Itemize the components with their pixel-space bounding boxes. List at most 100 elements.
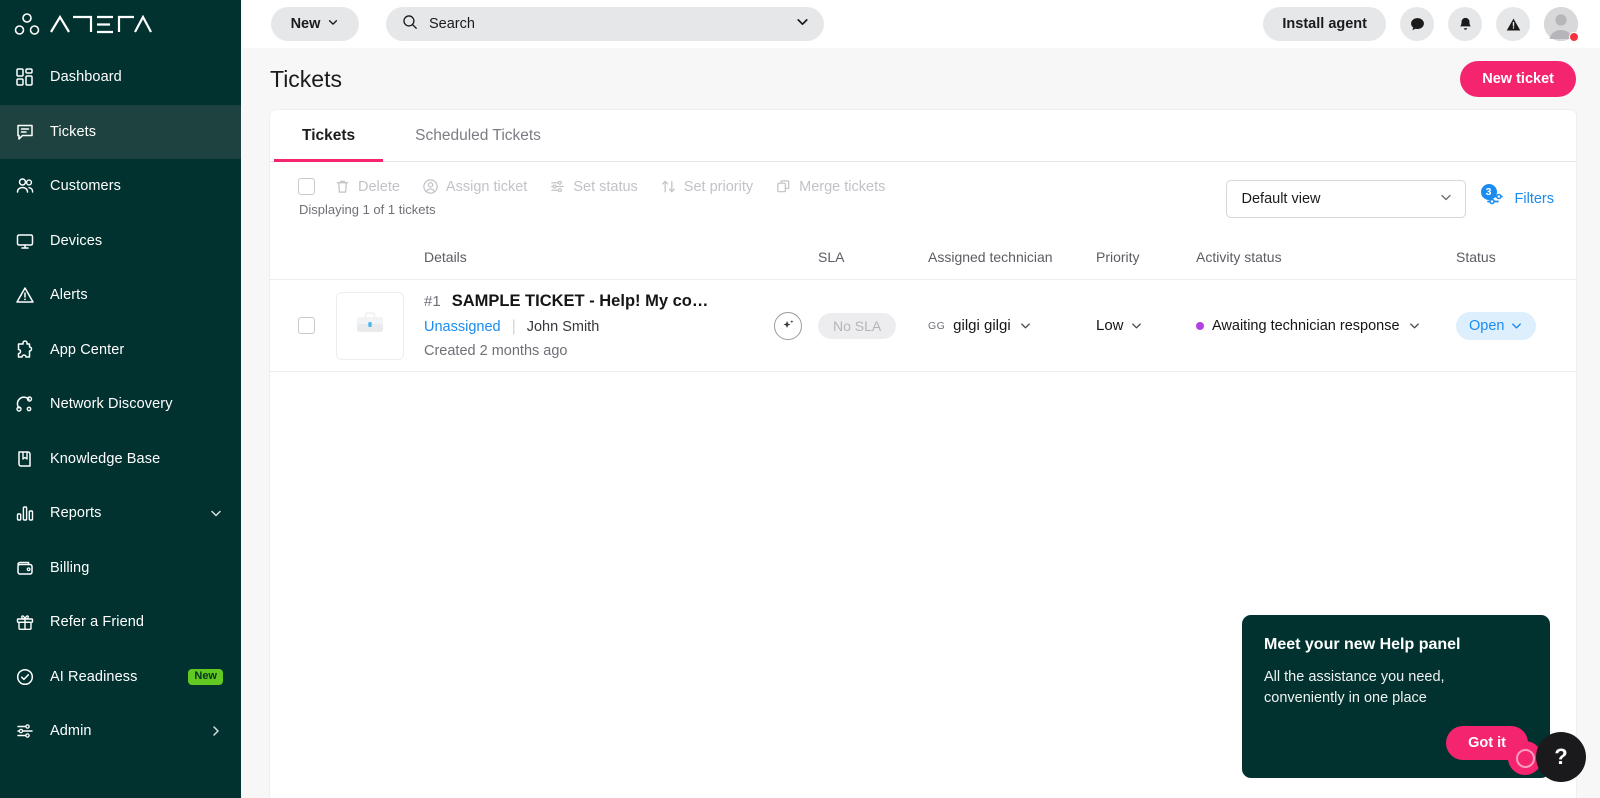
- sla-badge: No SLA: [818, 312, 897, 339]
- chevron-right-icon[interactable]: [209, 724, 223, 738]
- new-ticket-button[interactable]: New ticket: [1460, 61, 1576, 97]
- sidebar-item-label: Refer a Friend: [50, 614, 145, 631]
- sidebar-item-label: App Center: [50, 341, 125, 358]
- global-search[interactable]: [386, 7, 824, 41]
- sidebar-item-customers[interactable]: Customers: [0, 159, 241, 214]
- row-technician-cell[interactable]: GG gilgi gilgi: [928, 317, 1096, 334]
- delete-action[interactable]: Delete: [334, 178, 400, 195]
- row-details-cell: #1 SAMPLE TICKET - Help! My co… Unassign…: [424, 292, 774, 359]
- set-status-action[interactable]: Set status: [549, 178, 638, 195]
- alert-triangle-icon: [14, 284, 36, 306]
- sidebar-item-app-center[interactable]: App Center: [0, 323, 241, 378]
- sliders-icon: [549, 178, 566, 195]
- avatar-status-dot: [1569, 32, 1579, 42]
- row-priority-cell[interactable]: Low: [1096, 317, 1196, 334]
- sidebar-item-label: Tickets: [50, 123, 97, 140]
- merge-icon: [775, 178, 792, 195]
- atera-logo-mark: [14, 13, 40, 35]
- help-panel-tooltip: Meet your new Help panel All the assista…: [1242, 614, 1561, 778]
- bulk-actions: Delete Assign ticket Set status Set prio…: [298, 178, 907, 195]
- table-row[interactable]: #1 SAMPLE TICKET - Help! My co… Unassign…: [270, 280, 1576, 372]
- ai-sparkle-button[interactable]: [774, 311, 802, 340]
- briefcase-icon: [351, 304, 389, 347]
- sidebar-item-billing[interactable]: Billing: [0, 541, 241, 596]
- sidebar-item-tickets[interactable]: Tickets: [0, 104, 241, 159]
- technician-name: gilgi gilgi: [953, 317, 1011, 334]
- activity-status-selector[interactable]: Awaiting technician response: [1196, 318, 1456, 334]
- help-accent-ring-inner: [1515, 748, 1535, 768]
- chevron-down-icon[interactable]: [209, 506, 223, 520]
- column-activity-status[interactable]: Activity status: [1196, 249, 1456, 265]
- column-details[interactable]: Details: [424, 249, 818, 265]
- search-input[interactable]: [429, 16, 784, 32]
- sidebar: Dashboard Tickets Customers Devices Aler…: [0, 0, 241, 798]
- sidebar-item-dashboard[interactable]: Dashboard: [0, 50, 241, 105]
- help-button[interactable]: ?: [1536, 732, 1586, 782]
- ticket-people: Unassigned | John Smith: [424, 318, 764, 336]
- view-selector-value: Default view: [1241, 191, 1321, 207]
- bell-icon[interactable]: [1448, 7, 1482, 41]
- network-discovery-icon: [14, 393, 36, 415]
- help-tooltip-body: All the assistance you need, convenientl…: [1264, 668, 1445, 706]
- delete-action-label: Delete: [358, 178, 400, 195]
- sidebar-item-ai-readiness[interactable]: AI Readiness New: [0, 650, 241, 705]
- wallet-icon: [14, 557, 36, 579]
- column-status[interactable]: Status: [1456, 249, 1576, 265]
- assign-ticket-action[interactable]: Assign ticket: [422, 178, 527, 195]
- row-activity-status-cell[interactable]: Awaiting technician response: [1196, 318, 1456, 334]
- alert-icon[interactable]: [1496, 7, 1530, 41]
- row-checkbox-cell: [298, 317, 336, 334]
- sidebar-nav: Dashboard Tickets Customers Devices Aler…: [0, 50, 241, 759]
- sidebar-item-reports[interactable]: Reports: [0, 486, 241, 541]
- sidebar-item-label: Knowledge Base: [50, 450, 161, 467]
- sidebar-item-label: Dashboard: [50, 69, 122, 86]
- sidebar-item-label: Devices: [50, 232, 103, 249]
- sliders-icon: [14, 720, 36, 742]
- avatar[interactable]: [1544, 7, 1579, 42]
- ticket-created: Created 2 months ago: [424, 343, 568, 359]
- column-priority[interactable]: Priority: [1096, 249, 1196, 265]
- ticket-assignee[interactable]: Unassigned: [424, 319, 501, 335]
- ticket-title[interactable]: SAMPLE TICKET - Help! My co…: [452, 292, 709, 311]
- view-selector[interactable]: Default view: [1225, 180, 1466, 218]
- help-launcher: ?: [1508, 732, 1586, 782]
- sidebar-item-label: AI Readiness: [50, 668, 138, 685]
- select-all-checkbox[interactable]: [298, 178, 315, 195]
- search-icon: [402, 14, 418, 35]
- filters-count-badge: 3: [1480, 184, 1497, 200]
- column-sla[interactable]: SLA: [818, 249, 928, 265]
- top-bar-right: Install agent: [1263, 7, 1579, 42]
- main-area: New Install agent: [241, 0, 1600, 798]
- merge-tickets-action[interactable]: Merge tickets: [775, 178, 885, 195]
- sidebar-item-alerts[interactable]: Alerts: [0, 268, 241, 323]
- row-checkbox[interactable]: [298, 317, 315, 334]
- chevron-down-icon[interactable]: [795, 14, 810, 34]
- sidebar-item-admin[interactable]: Admin: [0, 704, 241, 759]
- new-button[interactable]: New: [271, 7, 359, 41]
- filters-button[interactable]: 3 Filters: [1480, 184, 1554, 210]
- column-assigned-technician[interactable]: Assigned technician: [928, 249, 1096, 265]
- assign-ticket-action-label: Assign ticket: [445, 178, 528, 195]
- chat-icon[interactable]: [1400, 7, 1434, 41]
- ticket-customer[interactable]: John Smith: [527, 319, 600, 335]
- status-badge[interactable]: Open: [1456, 311, 1537, 340]
- set-priority-action[interactable]: Set priority: [660, 178, 753, 195]
- sidebar-item-network-discovery[interactable]: Network Discovery: [0, 377, 241, 432]
- trash-icon: [334, 178, 351, 195]
- install-agent-button[interactable]: Install agent: [1263, 7, 1386, 41]
- tab-scheduled-tickets[interactable]: Scheduled Tickets: [387, 110, 569, 162]
- priority-selector[interactable]: Low: [1096, 317, 1196, 334]
- ticket-number: #1: [424, 293, 441, 310]
- app-logo[interactable]: [0, 0, 241, 48]
- technician-selector[interactable]: GG gilgi gilgi: [928, 317, 1096, 334]
- row-status-cell[interactable]: Open: [1456, 311, 1576, 340]
- sidebar-item-knowledge-base[interactable]: Knowledge Base: [0, 432, 241, 487]
- sidebar-item-devices[interactable]: Devices: [0, 214, 241, 269]
- tab-tickets[interactable]: Tickets: [274, 110, 384, 162]
- chevron-down-icon: [1510, 319, 1523, 332]
- action-toolbar: Delete Assign ticket Set status Set prio…: [270, 162, 1576, 234]
- new-badge: New: [188, 668, 223, 685]
- chevron-down-icon: [1019, 319, 1032, 332]
- chevron-down-icon: [1130, 319, 1143, 332]
- sidebar-item-refer-a-friend[interactable]: Refer a Friend: [0, 595, 241, 650]
